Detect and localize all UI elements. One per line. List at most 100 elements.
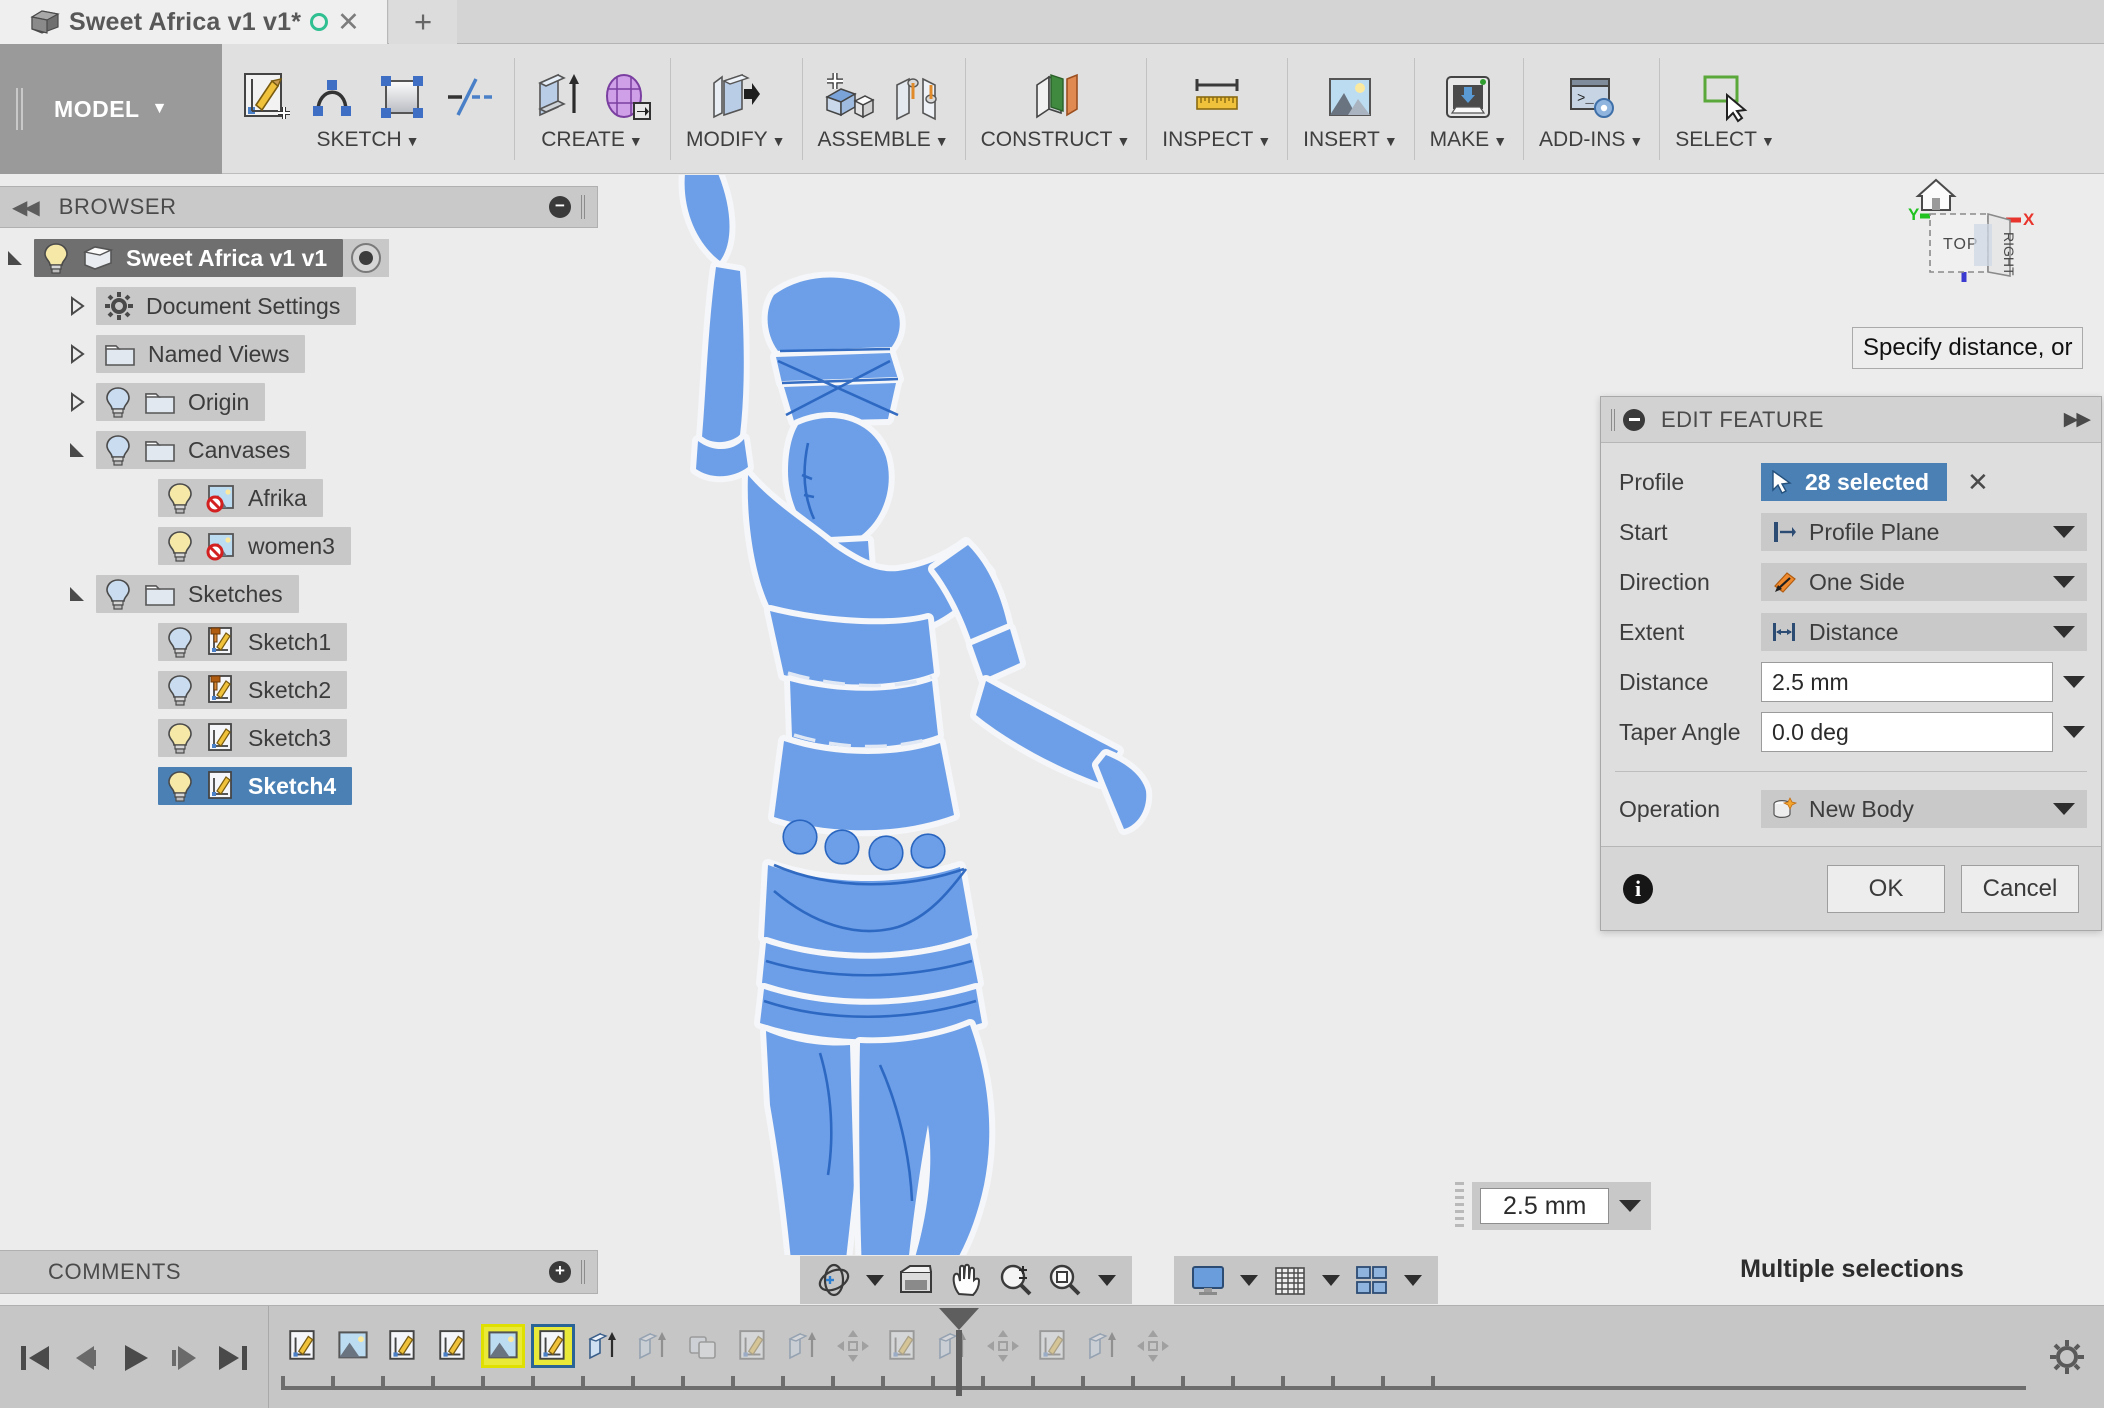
offset-plane-icon[interactable]: [1027, 69, 1083, 125]
close-icon[interactable]: ✕: [337, 8, 360, 36]
browser-tree-item-sketch3[interactable]: Sketch3: [0, 714, 598, 762]
chevron-down-icon[interactable]: ▼: [1761, 133, 1775, 149]
tree-item-pill[interactable]: Afrika: [158, 479, 323, 517]
add-comment-icon[interactable]: +: [549, 1261, 571, 1283]
chevron-down-icon[interactable]: [2053, 626, 2075, 638]
expander-collapsed-icon[interactable]: [66, 391, 88, 413]
distance-input[interactable]: 2.5 mm: [1761, 662, 2053, 702]
step-forward-icon[interactable]: [164, 1340, 204, 1376]
timeline-feature-8[interactable]: [681, 1324, 725, 1368]
tree-item-pill[interactable]: Sketch2: [158, 671, 348, 709]
orbit-icon[interactable]: [814, 1262, 854, 1298]
zoom-icon[interactable]: [996, 1262, 1036, 1298]
tree-item-pill[interactable]: Canvases: [96, 431, 307, 469]
extrude-icon[interactable]: [530, 69, 586, 125]
lightbulb-on-icon[interactable]: [166, 722, 194, 754]
chevron-down-icon[interactable]: ▼: [1116, 133, 1130, 149]
lightbulb-on-icon[interactable]: [166, 482, 194, 514]
insert-canvas-icon[interactable]: [1322, 69, 1378, 125]
chevron-down-icon[interactable]: ▼: [935, 133, 949, 149]
chevron-down-icon[interactable]: [2053, 803, 2075, 815]
start-dropdown[interactable]: Profile Plane: [1761, 513, 2087, 551]
timeline-feature-14[interactable]: [981, 1324, 1025, 1368]
chevron-down-icon[interactable]: [1322, 1274, 1340, 1286]
play-icon[interactable]: [114, 1340, 154, 1376]
distance-manipulator-input[interactable]: 2.5 mm: [1455, 1182, 1652, 1230]
step-back-icon[interactable]: [64, 1340, 104, 1376]
expander-expanded-icon[interactable]: [66, 583, 88, 605]
lightbulb-off-icon[interactable]: [104, 386, 132, 418]
lightbulb-off-icon[interactable]: [166, 626, 194, 658]
chevron-down-icon[interactable]: [2063, 726, 2085, 738]
timeline-feature-10[interactable]: [781, 1324, 825, 1368]
timeline-feature-2[interactable]: [381, 1324, 425, 1368]
skip-to-end-icon[interactable]: [213, 1340, 253, 1376]
tree-item-pill[interactable]: Named Views: [96, 335, 306, 373]
chevron-down-icon[interactable]: [2063, 676, 2085, 688]
timeline-feature-17[interactable]: [1131, 1324, 1175, 1368]
chevron-down-icon[interactable]: ▼: [1493, 133, 1507, 149]
chevron-down-icon[interactable]: [1404, 1274, 1422, 1286]
chevron-down-icon[interactable]: ▼: [772, 133, 786, 149]
lightbulb-on-icon[interactable]: [42, 242, 70, 274]
fast-forward-icon[interactable]: ▶▶: [2064, 408, 2091, 431]
timeline-track[interactable]: [268, 1306, 2034, 1408]
create-sketch-icon[interactable]: [238, 69, 294, 125]
skip-to-start-icon[interactable]: [15, 1340, 55, 1376]
viewports-icon[interactable]: [1352, 1262, 1392, 1298]
select-icon[interactable]: [1697, 69, 1753, 125]
info-icon[interactable]: i: [1623, 873, 1653, 904]
tree-item-pill[interactable]: Sweet Africa v1 v1: [34, 239, 344, 277]
expander-expanded-icon[interactable]: [4, 247, 26, 269]
tree-item-pill[interactable]: Sketch1: [158, 623, 348, 661]
activate-component-radio[interactable]: [351, 243, 382, 273]
panel-resize-grip[interactable]: [581, 1260, 587, 1284]
browser-tree-item-named-views[interactable]: Named Views: [0, 330, 598, 378]
expander-collapsed-icon[interactable]: [66, 343, 88, 365]
chevron-down-icon[interactable]: ▼: [1384, 133, 1398, 149]
timeline-feature-3[interactable]: [431, 1324, 475, 1368]
tree-item-pill[interactable]: Sketch4: [158, 767, 353, 805]
collapse-left-icon[interactable]: ◀◀: [12, 195, 40, 220]
grid-snap-icon[interactable]: [1270, 1262, 1310, 1298]
look-at-icon[interactable]: [896, 1262, 936, 1298]
3d-print-icon[interactable]: [1440, 69, 1496, 125]
lightbulb-off-icon[interactable]: [166, 674, 194, 706]
lightbulb-on-icon[interactable]: [166, 770, 194, 802]
extent-dropdown[interactable]: Distance: [1761, 613, 2087, 651]
timeline-feature-12[interactable]: [881, 1324, 925, 1368]
minimize-icon[interactable]: [1623, 408, 1645, 431]
tree-item-pill[interactable]: Document Settings: [96, 287, 357, 325]
chevron-down-icon[interactable]: [1240, 1274, 1258, 1286]
timeline-feature-13[interactable]: [931, 1324, 975, 1368]
tree-item-pill[interactable]: Origin: [96, 383, 266, 421]
timeline-feature-9[interactable]: [731, 1324, 775, 1368]
chevron-down-icon[interactable]: [1619, 1200, 1642, 1212]
browser-tree-item-afrika[interactable]: Afrika: [0, 474, 598, 522]
timeline-feature-11[interactable]: [831, 1324, 875, 1368]
chevron-down-icon[interactable]: [2053, 576, 2075, 588]
new-component-icon[interactable]: [821, 69, 877, 125]
browser-tree-item-women3[interactable]: women3: [0, 522, 598, 570]
browser-tree-item-canvases[interactable]: Canvases: [0, 426, 598, 474]
lightbulb-on-icon[interactable]: [166, 530, 194, 562]
tree-item-pill[interactable]: women3: [158, 527, 351, 565]
edit-feature-dialog[interactable]: EDIT FEATURE ▶▶ Profile 28 selected ✕ St…: [1600, 396, 2102, 931]
gear-icon[interactable]: [2048, 1338, 2086, 1376]
browser-tree-item-sketch2[interactable]: Sketch2: [0, 666, 598, 714]
press-pull-icon[interactable]: [708, 69, 764, 125]
chevron-down-icon[interactable]: ▼: [1629, 133, 1643, 149]
panel-resize-grip[interactable]: [581, 195, 587, 219]
browser-tree-item-sketch1[interactable]: Sketch1: [0, 618, 598, 666]
timeline-feature-0[interactable]: [281, 1324, 325, 1368]
sketch-dimension-icon[interactable]: [442, 69, 498, 125]
lightbulb-off-icon[interactable]: [104, 434, 132, 466]
document-tab[interactable]: Sweet Africa v1 v1* ✕: [0, 0, 388, 44]
timeline-feature-5[interactable]: [531, 1324, 575, 1368]
tree-item-pill[interactable]: Sketches: [96, 575, 299, 613]
chevron-down-icon[interactable]: [1098, 1274, 1116, 1286]
home-icon[interactable]: [1915, 178, 1957, 211]
workspace-switcher[interactable]: MODEL ▼: [0, 44, 222, 174]
dialog-grip[interactable]: [1611, 408, 1617, 431]
chevron-down-icon[interactable]: [866, 1274, 884, 1286]
